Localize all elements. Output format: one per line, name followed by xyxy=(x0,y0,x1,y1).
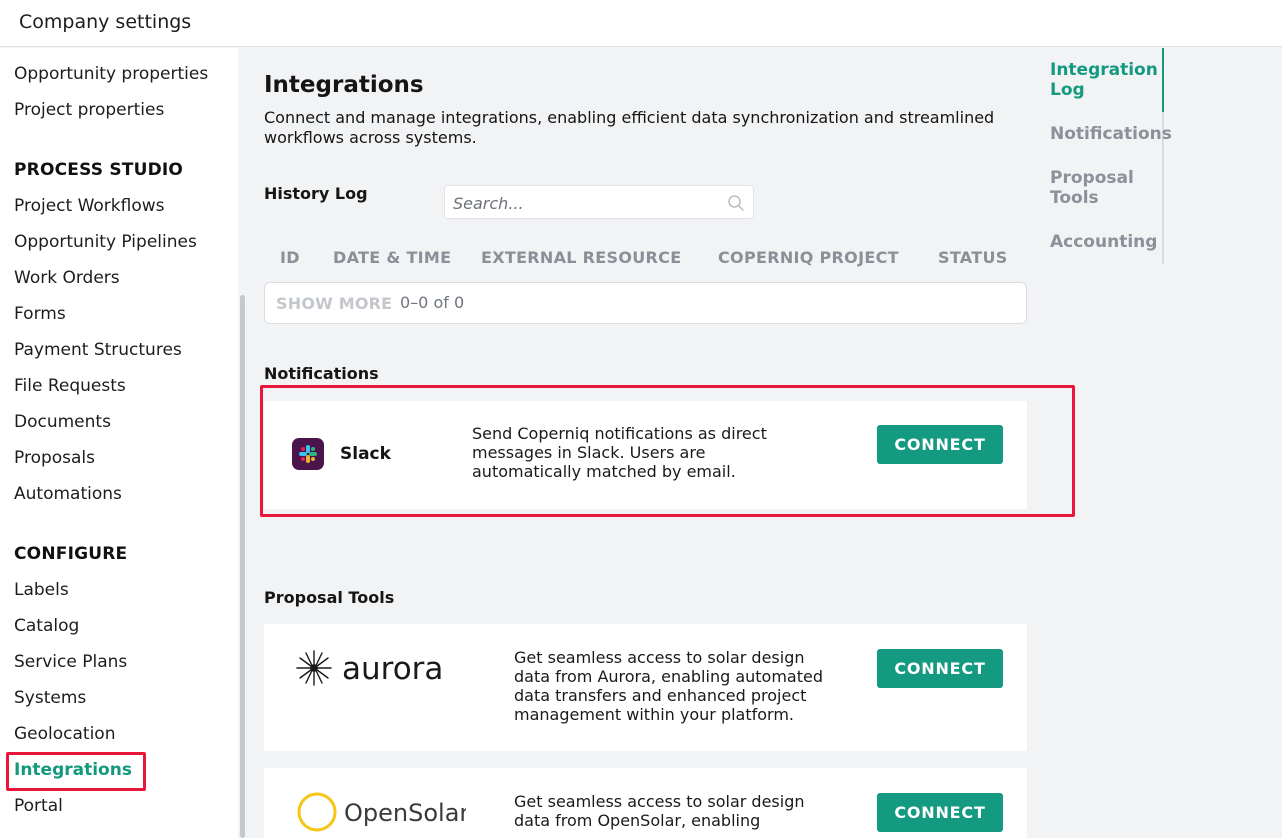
page-subtitle: Connect and manage integrations, enablin… xyxy=(264,108,995,147)
column-header-date-time[interactable]: DATE & TIME xyxy=(333,248,451,267)
svg-text:aurora: aurora xyxy=(342,651,443,687)
sidebar-item-service-plans[interactable]: Service Plans xyxy=(14,652,127,672)
anchor-proposal-tools[interactable]: Proposal Tools xyxy=(1050,168,1162,208)
sidebar-item-opportunity-pipelines[interactable]: Opportunity Pipelines xyxy=(14,232,197,252)
sidebar-item-systems[interactable]: Systems xyxy=(14,688,86,708)
pager-count: 0–0 of 0 xyxy=(400,293,465,312)
sidebar-item-proposals[interactable]: Proposals xyxy=(14,448,95,468)
opensolar-logo: OpenSolar xyxy=(297,792,466,832)
sidebar-item-automations[interactable]: Automations xyxy=(14,484,122,504)
anchor-integration-log[interactable]: Integration Log xyxy=(1050,60,1162,100)
anchor-notifications[interactable]: Notifications xyxy=(1050,124,1172,144)
anchor-nav-indicator xyxy=(1162,48,1164,112)
sidebar-item-project-properties[interactable]: Project properties xyxy=(14,100,164,120)
proposal-tools-section-title: Proposal Tools xyxy=(264,588,395,607)
sidebar-item-labels[interactable]: Labels xyxy=(14,580,69,600)
aurora-logo: aurora xyxy=(296,650,443,687)
sidebar-item-forms[interactable]: Forms xyxy=(14,304,66,324)
sidebar-item-opportunity-properties[interactable]: Opportunity properties xyxy=(14,64,208,84)
column-header-status[interactable]: STATUS xyxy=(938,248,1008,267)
aurora-description: Get seamless access to solar design data… xyxy=(514,648,823,724)
history-search-input[interactable] xyxy=(453,192,723,214)
sidebar-item-work-orders[interactable]: Work Orders xyxy=(14,268,120,288)
notifications-section-title: Notifications xyxy=(264,364,379,383)
aurora-connect-button[interactable]: CONNECT xyxy=(877,649,1003,688)
anchor-accounting[interactable]: Accounting xyxy=(1050,232,1162,252)
sidebar-item-payment-structures[interactable]: Payment Structures xyxy=(14,340,182,360)
column-header-coperniq-project[interactable]: COPERNIQ PROJECT xyxy=(718,248,899,267)
column-header-external-resource[interactable]: EXTERNAL RESOURCE xyxy=(481,248,681,267)
history-search xyxy=(444,185,754,219)
sidebar-section-process-studio: PROCESS STUDIO xyxy=(14,160,184,180)
svg-text:OpenSolar: OpenSolar xyxy=(344,799,466,827)
top-bar: Company settings xyxy=(0,0,1282,47)
sidebar-section-configure: CONFIGURE xyxy=(14,544,128,564)
history-pager: SHOW MORE 0–0 of 0 xyxy=(264,282,1027,324)
sidebar-item-file-requests[interactable]: File Requests xyxy=(14,376,126,396)
column-header-id[interactable]: ID xyxy=(280,248,300,267)
right-anchor-nav: Integration Log Notifications Proposal T… xyxy=(1036,48,1172,264)
sidebar-scrollbar[interactable] xyxy=(240,295,245,838)
sidebar-highlight-box xyxy=(6,752,146,791)
search-icon[interactable] xyxy=(727,194,745,212)
sidebar-item-geolocation[interactable]: Geolocation xyxy=(14,724,116,744)
sidebar-item-project-workflows[interactable]: Project Workflows xyxy=(14,196,165,216)
sidebar-item-catalog[interactable]: Catalog xyxy=(14,616,79,636)
slack-highlight-box xyxy=(260,385,1075,517)
page-title: Integrations xyxy=(264,72,424,98)
sidebar-item-portal[interactable]: Portal xyxy=(14,796,63,816)
sidebar-item-documents[interactable]: Documents xyxy=(14,412,111,432)
opensolar-connect-button[interactable]: CONNECT xyxy=(877,793,1003,832)
history-log-label: History Log xyxy=(264,184,368,203)
page-header-title: Company settings xyxy=(19,11,192,33)
opensolar-description: Get seamless access to solar design data… xyxy=(514,792,805,830)
show-more-button[interactable]: SHOW MORE xyxy=(276,294,392,313)
